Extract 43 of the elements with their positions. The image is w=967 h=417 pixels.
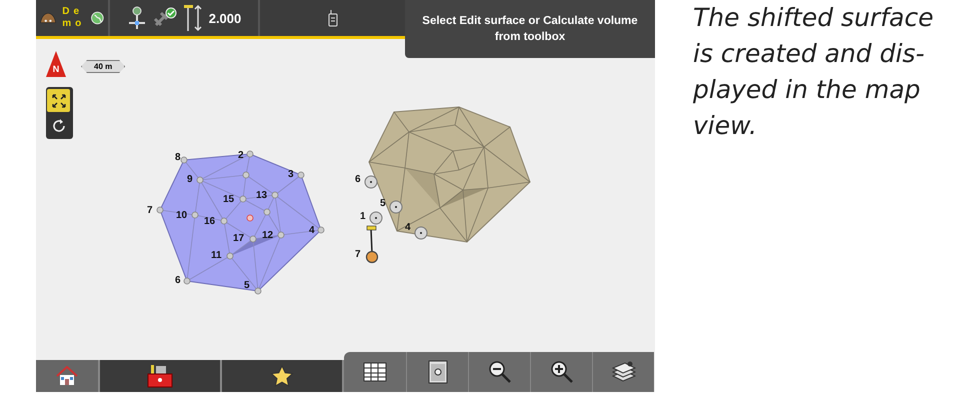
document-icon [428,360,448,384]
point-label: 12 [262,230,274,241]
point-label: 5 [244,280,250,291]
pole-height-icon [182,4,203,32]
layers-icon [610,360,636,384]
point-label: 13 [256,190,268,201]
toolbox-icon [147,364,173,388]
point-label: 6 [175,275,181,286]
star-icon [270,365,294,387]
zoom-in-icon [550,360,574,384]
point-label: 3 [288,169,294,180]
zoom-extents-button[interactable] [47,89,70,112]
scale-bar: 40 m [81,60,126,73]
toolbox-button[interactable] [100,360,222,392]
demo-label: De mo [62,6,86,30]
zoom-extents-icon [50,92,66,108]
point-label: 16 [204,216,216,227]
table-icon [363,362,387,382]
height-reading: 2.000 [208,10,242,26]
radio-icon [328,9,338,27]
point-label: 1 [360,211,366,222]
point-label: 10 [176,210,188,221]
satellite-icon [152,7,177,29]
point-label: 11 [211,250,222,261]
favorites-button[interactable] [222,360,344,392]
point-label: 2 [238,150,244,161]
point-label: 7 [147,205,153,216]
point-label: 5 [380,198,386,209]
caption: The shifted surface is created and dis- played in the map view. [693,2,934,142]
point-label: 8 [175,152,181,163]
point-label: 4 [405,222,411,233]
point-label: 6 [355,174,361,185]
point-label: 9 [187,174,193,185]
instruction-message: Select Edit surface or Calculate volume from toolbox [405,0,655,58]
point-label: 15 [223,194,234,205]
rotate-icon [50,118,66,134]
home-button[interactable] [36,360,100,392]
point-label: 7 [355,249,361,260]
point-label: 17 [233,233,244,244]
point-label: 4 [309,225,315,236]
home-icon [56,366,78,386]
gnss-antenna-icon [126,6,147,30]
zoom-out-icon [488,360,512,384]
